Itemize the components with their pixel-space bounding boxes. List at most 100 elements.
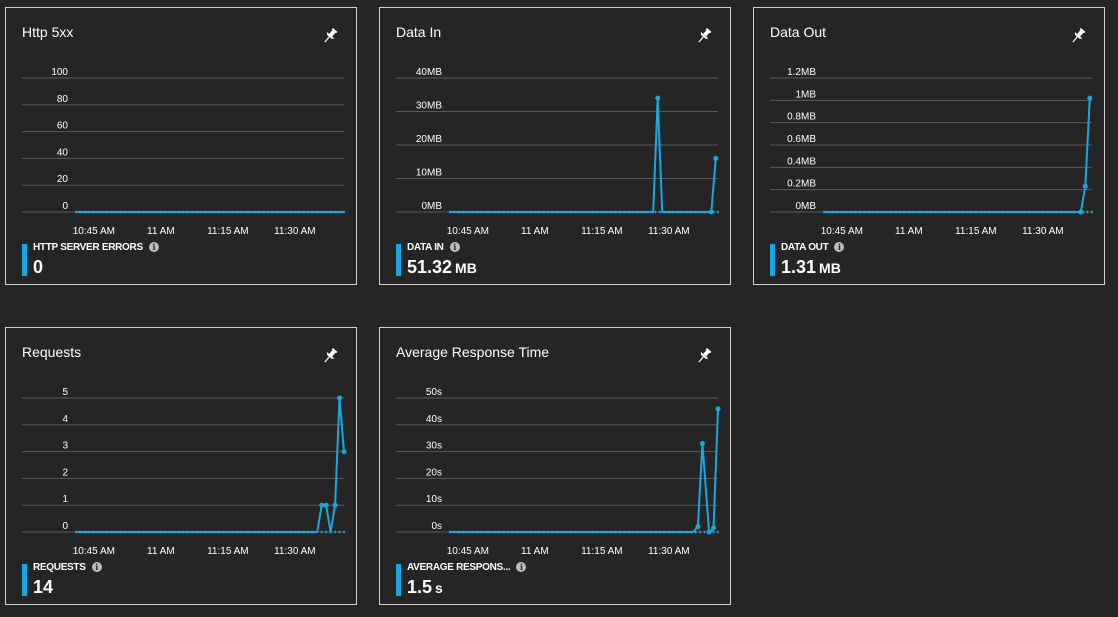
zero-dot [894, 210, 897, 214]
info-icon[interactable]: i [148, 242, 159, 252]
info-icon[interactable]: i [516, 562, 527, 572]
zero-dot [587, 210, 590, 214]
zero-dot [502, 210, 505, 214]
zero-dot [618, 530, 621, 534]
zero-dot [338, 530, 341, 534]
zero-dot [596, 530, 599, 534]
zero-dot [155, 210, 158, 214]
zero-dot [493, 210, 496, 214]
zero-dot [493, 530, 496, 534]
x-tick-label: 10:45 AM [73, 226, 115, 237]
y-tick-label: 40s [426, 414, 442, 425]
zero-dot [124, 530, 126, 534]
zero-dot [858, 210, 861, 214]
zero-dot [222, 530, 225, 534]
zero-dot [601, 210, 603, 214]
zero-dot [970, 210, 973, 214]
zero-dot [200, 210, 202, 214]
zero-dot [280, 210, 283, 214]
zero-dot [222, 210, 225, 214]
zero-dot [155, 530, 158, 534]
x-tick-label: 10:45 AM [447, 226, 489, 237]
zero-dot [1042, 210, 1044, 214]
zero-dot [650, 530, 652, 534]
y-tick-label: 0.4MB [787, 156, 816, 167]
zero-dot [75, 210, 77, 214]
data-point [319, 502, 325, 508]
zero-dot [592, 210, 594, 214]
tile-data-in[interactable]: Data In 40MB 30MB 20MB 10MB 0MB 10:45 AM 11 AM… [379, 7, 731, 285]
zero-dot [703, 530, 706, 534]
zero-dot [717, 210, 719, 214]
zero-dot [484, 530, 487, 534]
metric-value: 14 [33, 577, 54, 597]
zero-dot [685, 210, 688, 214]
metric-label: DATA OUT [781, 242, 829, 253]
zero-dot [124, 210, 126, 214]
zero-dot [97, 530, 100, 534]
data-point [699, 441, 705, 447]
info-icon[interactable]: i [91, 562, 102, 572]
info-icon[interactable]: i [834, 242, 845, 252]
zero-dot [316, 530, 318, 534]
metric-value: 51.32 [407, 257, 453, 277]
zero-dot [930, 210, 932, 214]
tile-http-5xx[interactable]: Http 5xx 100 80 60 40 20 0 10:45 AM 11 AM 11:15 … [5, 7, 357, 285]
data-point [708, 209, 714, 215]
data-point [341, 449, 347, 455]
zero-dot [565, 210, 567, 214]
zero-dot [311, 530, 314, 534]
zero-dot [271, 210, 274, 214]
y-tick-label: 40 [57, 147, 69, 158]
zero-dot [164, 530, 167, 534]
zero-dot [668, 210, 670, 214]
zero-dot [717, 530, 719, 534]
zero-dot [507, 530, 509, 534]
zero-dot [449, 210, 451, 214]
zero-dot [1059, 210, 1062, 214]
data-point [337, 395, 343, 401]
y-tick-label: 30s [426, 441, 442, 452]
zero-dot [645, 210, 648, 214]
zero-dot [694, 530, 697, 534]
zero-dot [903, 210, 906, 214]
zero-dot [587, 530, 590, 534]
zero-dot [538, 530, 541, 534]
zero-dot [507, 210, 509, 214]
x-tick-label: 11:15 AM [207, 546, 249, 557]
tile-data-out[interactable]: Data Out 1.2MB 1MB 0.8MB 0.6MB 0.4MB 0.2MB 0MB… [753, 7, 1105, 285]
zero-dot [560, 530, 563, 534]
zero-dot [218, 210, 220, 214]
zero-dot [458, 210, 460, 214]
data-point [706, 529, 712, 535]
zero-dot [1010, 210, 1013, 214]
info-icon[interactable]: i [449, 242, 460, 252]
zero-dot [636, 210, 639, 214]
y-tick-label: 30MB [416, 101, 442, 112]
zero-dot [641, 530, 643, 534]
zero-dot [484, 210, 487, 214]
tile-requests[interactable]: Requests 5 4 3 2 1 0 10:45 AM 11 AM 11:15 AM 11:3… [5, 327, 357, 605]
zero-dot [538, 210, 541, 214]
zero-dot [1001, 210, 1004, 214]
zero-dot [93, 530, 95, 534]
zero-dot [823, 210, 825, 214]
zero-dot [1024, 210, 1026, 214]
metric-color-bar [22, 244, 27, 276]
zero-dot [128, 210, 131, 214]
zero-dot [703, 210, 706, 214]
zero-dot [102, 210, 104, 214]
zero-dot [236, 530, 238, 534]
zero-dot [338, 210, 341, 214]
zero-dot [556, 530, 558, 534]
tile-average-response-time[interactable]: Average Response Time 50s 40s 30s 20s 10s 0s 1… [379, 327, 731, 605]
data-point [695, 524, 701, 530]
zero-dot [988, 210, 991, 214]
zero-dot [885, 210, 888, 214]
zero-dot [195, 530, 198, 534]
series-line [450, 97, 717, 213]
zero-dot [534, 210, 536, 214]
zero-dot [289, 530, 292, 534]
zero-dot [471, 530, 474, 534]
y-tick-label: 20MB [416, 134, 442, 145]
